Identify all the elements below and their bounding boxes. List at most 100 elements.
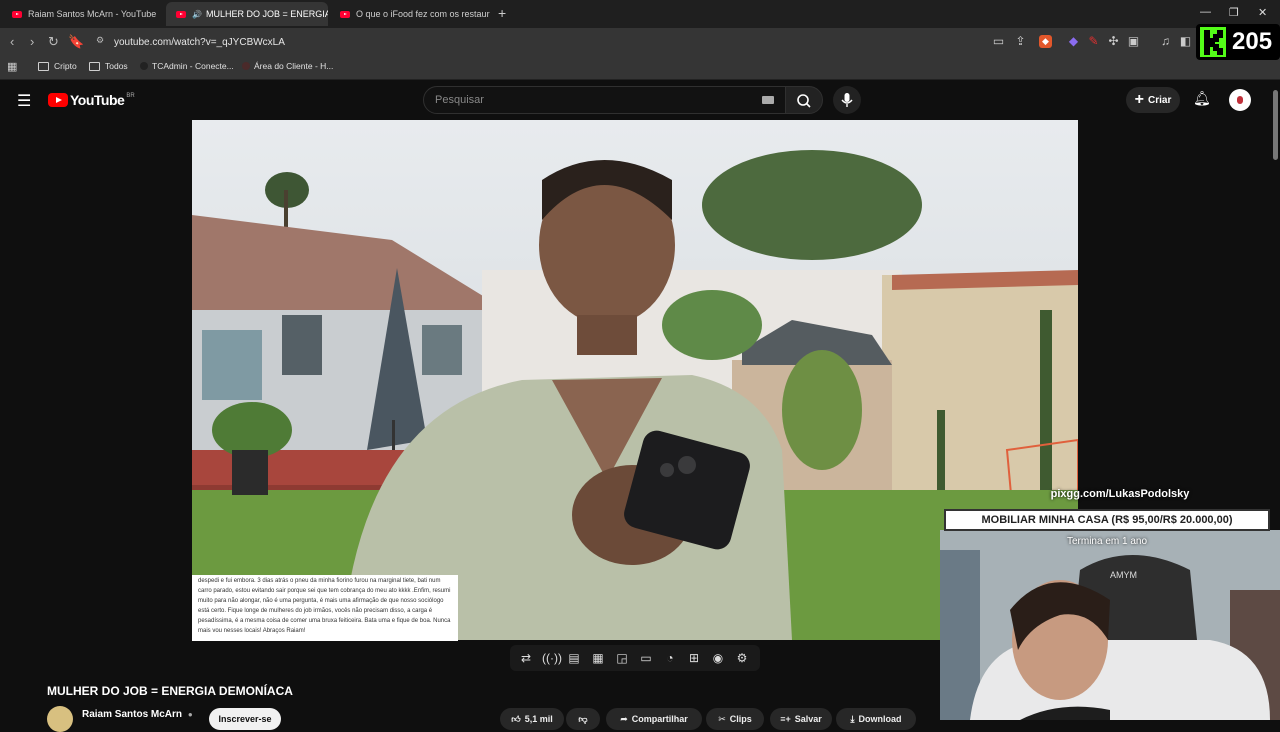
bookmark-area-cliente[interactable]: Área do Cliente - H... (242, 61, 333, 71)
youtube-logo[interactable]: YouTube BR (48, 92, 135, 108)
menu-hamburger-icon[interactable]: ☰ (17, 91, 31, 111)
thumbs-up-icon: 👍︎ (511, 713, 521, 724)
scrollbar-thumb[interactable] (1273, 90, 1278, 160)
bookmark-icon[interactable]: 🔖 (68, 34, 84, 50)
cast-icon[interactable]: ▭ (992, 35, 1005, 48)
pix-donation-url: pixgg.com/LukasPodolsky (1050, 488, 1190, 500)
comment-text: despedi e fui embora. 3 dias atrás o pne… (198, 578, 451, 634)
microphone-icon (841, 93, 853, 107)
video-title: MULHER DO JOB = ENERGIA DEMONÍACA (47, 684, 293, 698)
loop-icon[interactable]: ⇄ (518, 651, 534, 665)
back-icon[interactable]: ‹ (10, 34, 14, 49)
minimize-icon[interactable]: — (1200, 6, 1211, 18)
clips-button[interactable]: ✂ Clips (706, 708, 764, 730)
extension-icon[interactable]: ◆ (1067, 35, 1080, 48)
ambient-mode-icon[interactable]: ▤ (566, 651, 582, 665)
media-control-icon[interactable]: ♫ (1159, 35, 1172, 48)
bookmark-label: TCAdmin - Conecte... (152, 61, 234, 71)
brave-shield-icon[interactable]: ◆ (1039, 35, 1052, 48)
speed-icon[interactable]: ◔ (662, 651, 678, 665)
page-scrollbar[interactable] (1270, 82, 1280, 720)
youtube-play-logo-icon (48, 93, 68, 107)
avatar[interactable] (1229, 89, 1251, 111)
close-window-icon[interactable]: ✕ (1258, 6, 1267, 19)
webcam-image: AMYM (940, 530, 1280, 720)
logo-text: YouTube (70, 92, 125, 108)
keyboard-icon[interactable] (762, 96, 774, 104)
bookmark-todos[interactable]: Todos (89, 61, 128, 71)
youtube-favicon-icon (176, 10, 186, 18)
channel-avatar[interactable] (47, 706, 73, 732)
film-icon[interactable]: ▦ (590, 651, 606, 665)
site-favicon-icon (242, 62, 250, 70)
share-icon[interactable]: ⇪ (1014, 35, 1027, 48)
tab-raiam-channel[interactable]: Raiam Santos McArn - YouTube (2, 2, 164, 26)
search-input[interactable]: Pesquisar (423, 86, 787, 114)
tab-title: MULHER DO JOB = ENERGIA (205, 9, 328, 19)
search-button[interactable] (785, 86, 823, 114)
share-button[interactable]: ➦ Compartilhar (606, 708, 702, 730)
url-field[interactable]: ⚙ youtube.com/watch?v=_qJYCBWcxLA (88, 31, 988, 53)
restore-icon[interactable]: ❐ (1229, 6, 1239, 19)
reload-icon[interactable]: ↻ (48, 34, 59, 50)
region-code: BR (126, 93, 135, 99)
voice-search-button[interactable] (833, 86, 861, 114)
audio-playing-icon[interactable]: 🔊 (192, 10, 202, 19)
kick-count: 205 (1232, 28, 1273, 55)
add-clip-icon[interactable]: ⊞ (686, 651, 702, 665)
like-button[interactable]: 👍︎ 5,1 mil (500, 708, 564, 730)
notifications-bell-icon[interactable]: 🔔︎ (1193, 90, 1211, 107)
clips-label: Clips (729, 714, 752, 724)
extension-icon[interactable]: ✎ (1087, 35, 1100, 48)
webcam-feed: AMYM (940, 530, 1280, 720)
scissors-icon: ✂ (718, 713, 726, 724)
screenshot-camera-icon[interactable]: ◉ (710, 651, 726, 665)
folder-icon (89, 61, 100, 71)
tab-current-video[interactable]: 🔊 MULHER DO JOB = ENERGIA ✕ (166, 2, 328, 26)
theater-mode-icon[interactable]: ▭ (638, 651, 654, 665)
folder-icon (38, 61, 49, 71)
youtube-favicon-icon (340, 10, 350, 18)
search-placeholder: Pesquisar (435, 94, 484, 106)
verified-badge-icon: ● (187, 710, 193, 719)
extensions-puzzle-icon[interactable]: ✣ (1107, 35, 1120, 48)
create-label: Criar (1147, 94, 1172, 106)
picture-in-picture-icon[interactable]: ◲ (614, 651, 630, 665)
plus-icon: + (1134, 91, 1144, 108)
download-button[interactable]: ⤓ Download (836, 708, 916, 730)
dislike-button[interactable]: 👎︎ (566, 708, 600, 730)
apps-grid-icon[interactable]: ▦ (7, 60, 17, 73)
new-tab-button[interactable]: + (498, 5, 506, 21)
bookmark-label: Todos (105, 61, 128, 71)
tab-ifood-video[interactable]: O que o iFood fez com os restaurante (330, 2, 490, 26)
youtube-favicon-icon (12, 10, 22, 18)
player-controls-bar: ⇄ ((·)) ▤ ▦ ◲ ▭ ◔ ⊞ ◉ ⚙ (510, 645, 760, 671)
bookmark-tcadmin[interactable]: TCAdmin - Conecte... (140, 61, 234, 71)
save-button[interactable]: ≡+ Salvar (770, 708, 832, 730)
screenshot-icon[interactable]: ▣ (1127, 35, 1140, 48)
address-bar: ‹ › ↻ 🔖 ⚙ youtube.com/watch?v=_qJYCBWcxL… (0, 28, 1280, 56)
bookmark-cripto[interactable]: Cripto (38, 61, 77, 71)
bookmarks-bar: ▦ Cripto Todos TCAdmin - Conecte... Área… (0, 56, 1280, 80)
download-label: Download (858, 714, 902, 724)
download-icon: ⤓ (850, 713, 855, 724)
like-count: 5,1 mil (524, 714, 553, 724)
share-label: Compartilhar (631, 714, 688, 724)
kick-follower-badge: 205 (1196, 24, 1280, 60)
forward-icon[interactable]: › (30, 34, 34, 49)
site-info-icon[interactable]: ⚙ (96, 35, 104, 46)
channel-name[interactable]: Raiam Santos McArn ● (82, 709, 193, 720)
url-text: youtube.com/watch?v=_qJYCBWcxLA (114, 36, 285, 48)
browser-tab-strip: Raiam Santos McArn - YouTube 🔊 MULHER DO… (0, 0, 1280, 28)
sidebar-icon[interactable]: ◧ (1179, 35, 1192, 48)
tab-title: Raiam Santos McArn - YouTube (28, 9, 157, 19)
create-button[interactable]: + Criar (1126, 87, 1180, 113)
bookmark-label: Cripto (54, 61, 77, 71)
subscribe-button[interactable]: Inscrever-se (209, 708, 281, 730)
audio-waves-icon[interactable]: ((·)) (542, 651, 562, 665)
share-arrow-icon: ➦ (620, 713, 628, 724)
kick-logo-icon (1200, 27, 1226, 57)
bookmark-label: Área do Cliente - H... (254, 61, 334, 71)
donation-goal-bar: MOBILIAR MINHA CASA (R$ 95,00/R$ 20.000,… (944, 509, 1270, 531)
settings-gear-icon[interactable]: ⚙ (734, 651, 750, 665)
